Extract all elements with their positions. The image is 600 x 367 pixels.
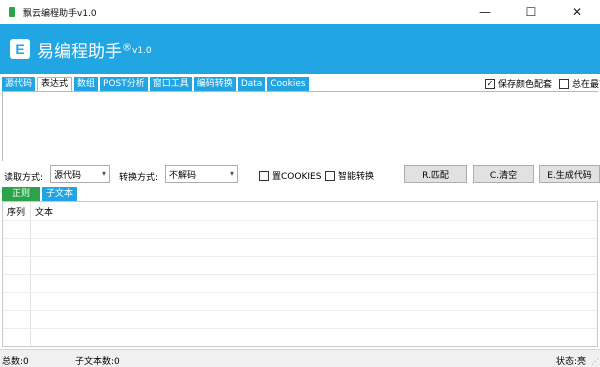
row-divider (3, 256, 597, 257)
table-header: 序列 文本 (3, 202, 597, 220)
convert-mode-value: 不解码 (169, 170, 197, 181)
save-colors-checkbox[interactable]: ✓ (485, 78, 495, 89)
tab-cookies[interactable]: Cookies (267, 77, 309, 91)
check-icon: ✓ (486, 78, 494, 88)
tab-array[interactable]: 数组 (74, 77, 99, 91)
read-mode-value: 源代码 (54, 170, 82, 181)
clear-button[interactable]: C.清空 (473, 165, 534, 183)
main-tabs: 源代码 表达式 数组 POST分析 窗口工具 编码转换 Data Cookies (2, 77, 311, 91)
always-on-top-option[interactable]: 总在最前 (559, 77, 600, 90)
app-banner: E 易编程助手® v1.0 (0, 24, 600, 74)
chevron-down-icon: ▾ (229, 169, 234, 178)
chevron-down-icon: ▾ (101, 169, 106, 178)
expression-editor[interactable] (2, 91, 598, 161)
column-header-index[interactable]: 序列 (7, 205, 25, 218)
save-colors-option[interactable]: ✓ 保存颜色配套 (485, 77, 552, 90)
tab-data[interactable]: Data (237, 77, 266, 91)
tab-window-tools[interactable]: 窗口工具 (149, 77, 192, 91)
status-bar: 总数:0 子文本数:0 状态:亮 ⋰ (0, 349, 600, 367)
smart-convert-checkbox[interactable] (325, 170, 335, 181)
minimize-button[interactable]: — (462, 0, 508, 24)
convert-mode-label: 转换方式: (119, 173, 159, 183)
cookies-checkbox[interactable] (259, 170, 269, 181)
close-button[interactable]: ✕ (554, 0, 600, 24)
cookies-label: 置COOKIES (272, 172, 322, 182)
window-title: 飘云编程助手v1.0 (23, 8, 97, 19)
row-divider (3, 292, 597, 293)
save-colors-label: 保存颜色配套 (498, 80, 553, 90)
match-button[interactable]: R.匹配 (404, 165, 467, 183)
app-icon (9, 7, 15, 17)
tab-source[interactable]: 源代码 (2, 77, 36, 91)
window-titlebar: 飘云编程助手v1.0 — ☐ ✕ (0, 0, 600, 24)
window-controls: — ☐ ✕ (462, 0, 600, 24)
tab-expression[interactable]: 表达式 (37, 77, 73, 91)
generate-code-button[interactable]: E.生成代码 (539, 165, 600, 183)
always-on-top-label: 总在最前 (572, 80, 600, 90)
banner-title: 易编程助手® (37, 37, 132, 62)
row-divider (3, 310, 597, 311)
cookies-option[interactable]: 置COOKIES (259, 169, 321, 182)
banner-version: v1.0 (132, 46, 152, 56)
result-tabs: 正则 子文本 (2, 187, 79, 201)
row-divider (3, 220, 597, 221)
tab-post-analysis[interactable]: POST分析 (100, 77, 148, 91)
row-divider (3, 238, 597, 239)
banner-title-text: 易编程助手 (37, 42, 122, 62)
status-total: 总数:0 (2, 357, 29, 367)
status-state: 状态:亮 (556, 357, 587, 367)
row-divider (3, 328, 597, 329)
row-divider (3, 274, 597, 275)
smart-convert-option[interactable]: 智能转换 (325, 169, 374, 182)
resize-grip-icon[interactable]: ⋰ (591, 357, 599, 366)
smart-convert-label: 智能转换 (338, 172, 375, 182)
always-on-top-checkbox[interactable] (559, 78, 569, 89)
read-mode-label: 读取方式: (4, 173, 44, 183)
result-table[interactable]: 序列 文本 (2, 201, 598, 347)
maximize-button[interactable]: ☐ (508, 0, 554, 24)
column-header-text[interactable]: 文本 (35, 205, 53, 218)
convert-mode-select[interactable]: 不解码 ▾ (165, 165, 238, 183)
registered-mark: ® (122, 42, 132, 54)
status-subtext-count: 子文本数:0 (75, 357, 120, 367)
tab-subtext[interactable]: 子文本 (42, 187, 78, 201)
tab-encoding[interactable]: 编码转换 (193, 77, 236, 91)
read-mode-select[interactable]: 源代码 ▾ (50, 165, 110, 183)
tab-regex[interactable]: 正则 (2, 187, 41, 201)
logo-icon: E (10, 39, 30, 59)
